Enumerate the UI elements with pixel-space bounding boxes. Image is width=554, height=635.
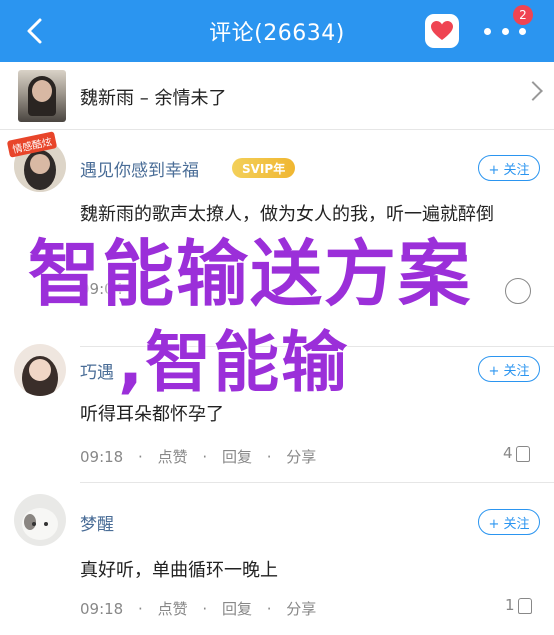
follow-button[interactable]: + 关注 (478, 155, 540, 181)
follow-button[interactable]: + 关注 (478, 509, 540, 535)
like-link[interactable]: 点赞 (158, 448, 188, 466)
page-title: 评论(26634) (209, 21, 345, 46)
thumb-up-icon (517, 598, 532, 614)
like-count: 4 (503, 444, 513, 462)
comment-meta: 09:18 · 点赞 · 回复 · 分享 (80, 448, 317, 466)
chevron-left-icon (27, 18, 42, 44)
avatar[interactable] (14, 494, 66, 546)
reply-link[interactable]: 回复 (222, 600, 252, 618)
watermark-line-2: ,智能输 (118, 324, 350, 401)
favorite-button[interactable] (425, 14, 459, 48)
dot-icon (484, 27, 491, 35)
divider (80, 482, 554, 483)
dot-icon (519, 27, 526, 35)
comment-text: 听得耳朵都怀孕了 (80, 404, 224, 425)
comment-text: 魏新雨的歌声太撩人，做为女人的我，听一遍就醉倒 (80, 204, 494, 225)
comment-time: 09:18 (80, 448, 124, 466)
comment-item: 梦醒 + 关注 真好听，单曲循环一晚上 09:18 · 点赞 · 回复 · 分享… (0, 484, 554, 635)
like-button[interactable]: 1 (505, 596, 532, 614)
comment-meta: 09:18 · 点赞 · 回复 · 分享 (80, 600, 317, 618)
album-cover (18, 70, 66, 122)
notification-badge: 2 (513, 5, 533, 25)
comment-text: 真好听，单曲循环一晚上 (80, 560, 278, 581)
reply-link[interactable]: 回复 (222, 448, 252, 466)
top-bar: 评论(26634) 2 (0, 0, 554, 62)
like-button[interactable]: 4 (503, 444, 530, 462)
share-link[interactable]: 分享 (286, 600, 316, 618)
like-link[interactable]: 点赞 (158, 600, 188, 618)
comment-username[interactable]: 遇见你感到幸福 (80, 156, 199, 181)
follow-button[interactable]: + 关注 (478, 356, 540, 382)
share-link[interactable]: 分享 (286, 448, 316, 466)
comment-page: 评论(26634) 2 魏新雨 – 余情未了 情感酷炫 遇见你感到幸福 SVIP… (0, 0, 554, 635)
comment-time: 09:18 (80, 600, 124, 618)
share-icon[interactable] (505, 278, 531, 304)
song-row[interactable]: 魏新雨 – 余情未了 (0, 62, 554, 130)
heart-chat-icon (431, 21, 453, 40)
thumb-up-icon (515, 446, 530, 462)
svip-badge: SVIP年 (232, 158, 296, 178)
comment-username[interactable]: 巧遇 (80, 358, 114, 383)
like-count: 1 (505, 596, 515, 614)
comment-username[interactable]: 梦醒 (80, 510, 114, 535)
back-button[interactable] (18, 14, 52, 48)
watermark-line-1: 智能输送方案 (28, 232, 473, 316)
song-title: 魏新雨 – 余情未了 (80, 88, 227, 109)
dot-icon (501, 27, 509, 35)
avatar[interactable] (14, 344, 66, 396)
